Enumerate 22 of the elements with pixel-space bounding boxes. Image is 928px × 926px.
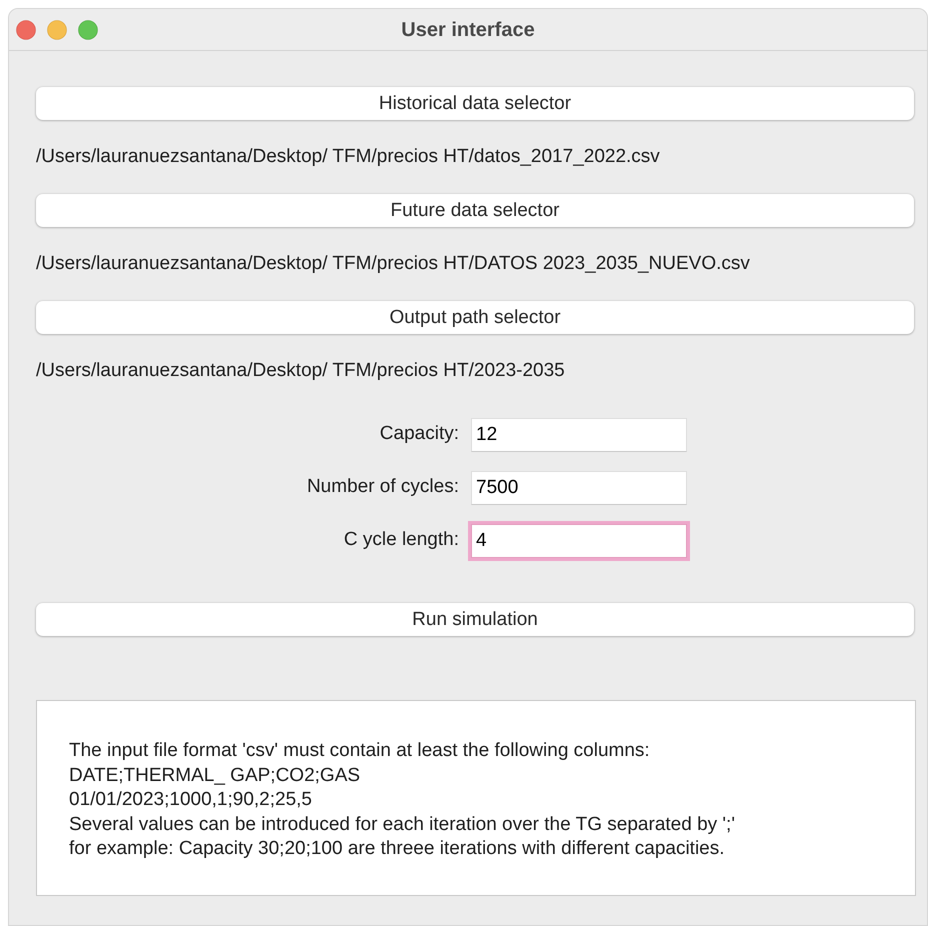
run-simulation-button[interactable]: Run simulation [36,603,914,636]
input-field[interactable]: 7500 [471,470,687,504]
maximize-icon[interactable] [78,20,98,40]
field-label: C ycle length: [344,529,459,550]
info-text: Several values can be introduced for each iteration over the TG separated by ';' [69,814,735,835]
field-label: Number of cycles: [306,476,459,498]
file-path: /Users/lauranuezsantana/Desktop/ TFM/precios HT/datos_2017_2022.csv [36,146,660,167]
file-path: /Users/lauranuezsantana/Desktop/ TFM/precios HT/2023-2035 [36,360,565,381]
file-selector-button[interactable]: Output path selector [36,301,914,334]
field-label: Capacity: [380,423,459,444]
input-field[interactable]: 12 [471,418,687,452]
info-text: 01/01/2023;1000,1;90,2;25,5 [69,789,312,810]
window-title: User interface [401,18,535,42]
info-text: DATE;THERMAL_ GAP;CO2;GAS [69,764,360,786]
minimize-icon[interactable] [47,20,67,40]
info-text: The input file format 'csv' must contain at least the following columns: [69,740,650,761]
file-selector-button[interactable]: Historical data selector [36,87,914,120]
input-field[interactable]: 4 [471,524,687,558]
info-text: for example: Capacity 30;20;100 are threee iterations with different capacities. [69,838,725,860]
close-icon[interactable] [16,20,36,40]
file-selector-button[interactable]: Future data selector [36,194,914,227]
file-path: /Users/lauranuezsantana/Desktop/ TFM/precios HT/DATOS 2023_2035_NUEVO.csv [36,253,750,274]
